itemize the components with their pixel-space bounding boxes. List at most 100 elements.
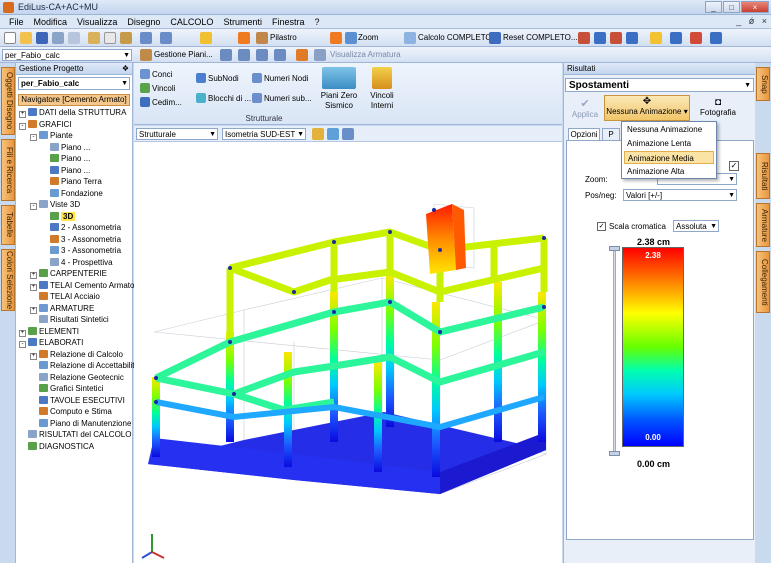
zoom-button[interactable]: Zoom: [358, 33, 378, 42]
view-b-icon[interactable]: [238, 49, 250, 61]
tree-item[interactable]: 4 - Prospettiva: [41, 257, 113, 268]
tree-item[interactable]: + TELAI Cemento Armato: [30, 280, 134, 291]
view-e-icon[interactable]: [296, 49, 308, 61]
result-type-select[interactable]: Spostamenti ▼: [565, 78, 754, 92]
warning-icon[interactable]: [650, 32, 662, 44]
zoom-icon[interactable]: [345, 32, 357, 44]
tool-b-icon[interactable]: [594, 32, 606, 44]
print-icon[interactable]: [52, 32, 64, 44]
preview-icon[interactable]: [68, 32, 80, 44]
piani-zero-icon[interactable]: [322, 67, 356, 89]
piani-zero-button[interactable]: Piani Zero Sismico: [315, 91, 363, 111]
vincoli-interni-button[interactable]: Vincoli Interni: [365, 91, 399, 111]
zoom-checkbox[interactable]: ✓: [729, 161, 739, 171]
tool-a-icon[interactable]: [578, 32, 590, 44]
tree-item[interactable]: 3D: [41, 211, 76, 222]
tree-item[interactable]: RISULTATI del CALCOLO: [19, 430, 131, 440]
tree-item[interactable]: + Relazione di Calcolo: [30, 349, 123, 360]
conci-button[interactable]: Conci: [140, 69, 172, 79]
tab-opzioni[interactable]: Opzioni: [568, 128, 600, 140]
scale-slider-top-handle[interactable]: [609, 246, 620, 251]
visualizza-armatura-button[interactable]: Visualizza Armatura: [330, 50, 401, 59]
menu-finestra[interactable]: Finestra: [267, 15, 310, 29]
view-mode-combo[interactable]: Strutturale ▼: [136, 128, 218, 140]
tab-colori-selezione[interactable]: Colori Selezione: [1, 249, 15, 311]
open-folder-icon[interactable]: [20, 32, 32, 44]
view-orientation-combo[interactable]: Isometria SUD-EST ▼: [222, 128, 306, 140]
scale-slider-bottom-handle[interactable]: [609, 451, 620, 456]
tab-oggetti-disegno[interactable]: Oggetti Disegno: [1, 67, 15, 135]
tool-e-icon[interactable]: [670, 32, 682, 44]
tree-item[interactable]: - Viste 3D: [30, 200, 80, 210]
undo-icon[interactable]: [140, 32, 152, 44]
expand-icon[interactable]: +: [19, 111, 26, 118]
menu-strumenti[interactable]: Strumenti: [218, 15, 267, 29]
menu-visualizza[interactable]: Visualizza: [72, 15, 122, 29]
help-icon[interactable]: [200, 32, 212, 44]
tree-item[interactable]: Piano Terra: [41, 177, 102, 187]
3d-viewport[interactable]: [134, 142, 562, 563]
tool-orange-icon[interactable]: [330, 32, 342, 44]
expand-icon[interactable]: +: [30, 283, 37, 291]
scala-mode-combo[interactable]: Assoluta ▼: [673, 220, 719, 232]
expand-icon[interactable]: +: [19, 329, 26, 337]
expand-icon[interactable]: +: [30, 352, 37, 360]
pointer-icon[interactable]: [238, 32, 250, 44]
tree-item[interactable]: Piano di Manutenzione: [30, 418, 131, 429]
scale-slider-track[interactable]: [613, 248, 616, 453]
menu-item-animazione-media[interactable]: Animazione Media: [624, 151, 714, 164]
vincoli-interni-icon[interactable]: [372, 67, 392, 89]
tree-item[interactable]: Piano ...: [41, 154, 90, 164]
cedim-button[interactable]: Cedim...: [140, 97, 182, 107]
numeri-sub-button[interactable]: Numeri sub...: [252, 93, 312, 103]
numeri-nodi-button[interactable]: Numeri Nodi: [252, 73, 308, 83]
expand-icon[interactable]: +: [30, 272, 37, 279]
tree-item[interactable]: DIAGNOSTICA: [19, 441, 94, 452]
mdi-window-controls[interactable]: _ ǿ ×: [736, 16, 767, 26]
pilastro-label[interactable]: Pilastro: [270, 33, 297, 42]
tab-snap[interactable]: Snap: [756, 67, 770, 101]
tab-tabelle[interactable]: Tabelle: [1, 205, 15, 245]
gestione-piani-icon[interactable]: [140, 49, 152, 61]
tree-item[interactable]: + CARPENTERIE: [30, 269, 107, 279]
tree-item[interactable]: - ELABORATI: [19, 338, 83, 348]
menu-modifica[interactable]: Modifica: [29, 15, 73, 29]
tab-armature[interactable]: Armature: [756, 203, 770, 247]
menu-disegno[interactable]: Disegno: [122, 15, 165, 29]
cut-icon[interactable]: [88, 32, 100, 44]
project-combo[interactable]: per_Fabio_calc ▼: [2, 49, 132, 61]
view-tool-c-icon[interactable]: [342, 128, 354, 140]
pilastro-icon[interactable]: [256, 32, 268, 44]
tree-item[interactable]: Piano ...: [41, 165, 90, 176]
view-a-icon[interactable]: [220, 49, 232, 61]
save-icon[interactable]: [36, 32, 48, 44]
tree-item[interactable]: Fondazione: [41, 188, 103, 199]
pin-icon[interactable]: ❖: [122, 63, 129, 75]
tree-item[interactable]: - Piante: [30, 131, 73, 141]
calcolo-icon[interactable]: [404, 32, 416, 44]
tree-item[interactable]: + ELEMENTI: [19, 326, 79, 337]
menu-item-nessuna-animazione[interactable]: Nessuna Animazione: [624, 123, 714, 136]
reset-button[interactable]: Reset COMPLETO...: [503, 33, 578, 42]
reset-icon[interactable]: [489, 32, 501, 44]
tree-item[interactable]: + DATI della STRUTTURA: [19, 108, 126, 118]
applica-button[interactable]: ✔ Applica: [568, 97, 602, 121]
new-file-icon[interactable]: [4, 32, 16, 44]
collapse-icon[interactable]: -: [30, 134, 37, 141]
tool-g-icon[interactable]: [710, 32, 722, 44]
copy-icon[interactable]: [104, 32, 116, 44]
view-tool-a-icon[interactable]: [312, 128, 324, 140]
tree-item[interactable]: + ARMATURE: [30, 303, 94, 314]
tool-d-icon[interactable]: [626, 32, 638, 44]
tab-risultati[interactable]: Risultati: [756, 153, 770, 199]
blocchi-button[interactable]: Blocchi di ...: [196, 93, 251, 103]
menu-file[interactable]: File: [4, 15, 29, 29]
view-d-icon[interactable]: [274, 49, 286, 61]
minimize-button[interactable]: _: [705, 1, 722, 13]
tab-p[interactable]: P: [602, 128, 620, 140]
tree-item[interactable]: Piano ...: [41, 142, 90, 153]
collapse-icon[interactable]: -: [30, 203, 37, 210]
view-f-icon[interactable]: [314, 49, 326, 61]
tree-item[interactable]: Grafici Sintetici: [30, 384, 103, 394]
menu-item-animazione-lenta[interactable]: Animazione Lenta: [624, 137, 714, 150]
